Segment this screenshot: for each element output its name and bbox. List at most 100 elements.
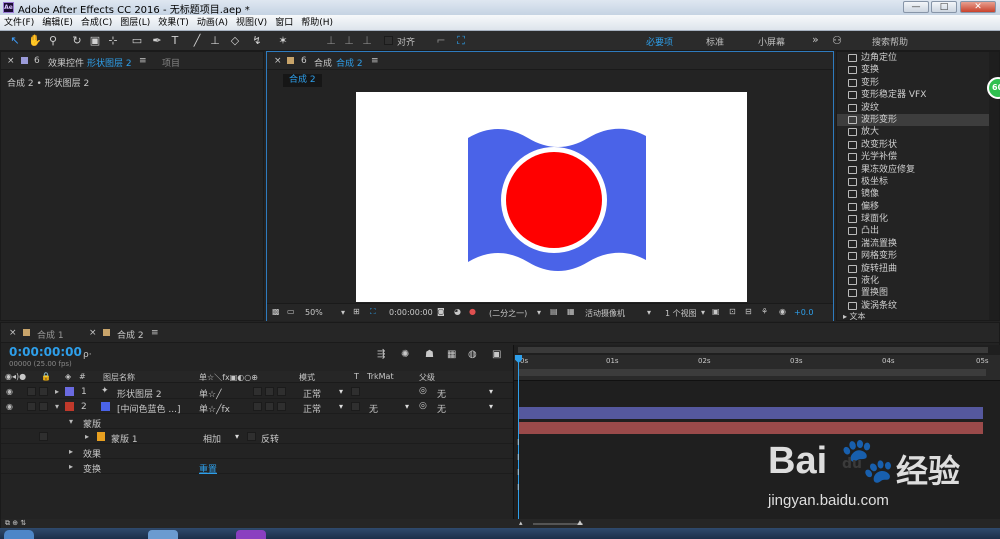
eraser-tool-icon[interactable]: ◇	[228, 34, 242, 48]
brush-tool-icon[interactable]: ╱	[190, 34, 204, 48]
eye-icon[interactable]: ◉	[6, 402, 13, 411]
pan-behind-tool-icon[interactable]: ⊹	[106, 34, 120, 48]
comp-mini-flowchart-icon[interactable]: ⇶	[377, 349, 385, 360]
motion-blur-icon[interactable]: ◍	[468, 349, 477, 360]
graph-editor-icon[interactable]: ▣	[492, 349, 501, 360]
solo-box[interactable]	[27, 387, 36, 396]
label-color[interactable]	[65, 402, 74, 411]
search-help-icon[interactable]: ⚇	[830, 34, 844, 48]
zoom-dropdown[interactable]: 50%	[305, 308, 323, 317]
menu-composition[interactable]: 合成(C)	[77, 15, 116, 31]
menu-help[interactable]: 帮助(H)	[297, 15, 337, 31]
resolution-dropdown[interactable]: (二分之一)	[489, 308, 527, 319]
effect-item[interactable]: 极坐标	[837, 176, 999, 188]
puppet-tool-icon[interactable]: ✶	[276, 34, 290, 48]
view-axis-icon[interactable]: ⊥	[360, 34, 374, 48]
effect-item[interactable]: 光学补偿	[837, 151, 999, 163]
layer2-track-bar[interactable]	[519, 422, 983, 434]
col-layer-name[interactable]: 图层名称	[103, 372, 135, 383]
timeline-current-time[interactable]: 0:00:00:00	[9, 345, 82, 359]
effect-controls-menu-icon[interactable]: ≡	[139, 56, 147, 66]
effect-item[interactable]: 球面化	[837, 213, 999, 225]
toggle-pixel-aspect-icon[interactable]: ▣	[712, 307, 720, 316]
text-tool-icon[interactable]: T	[168, 34, 182, 48]
twirl-icon[interactable]: ▸	[55, 387, 59, 396]
menu-animation[interactable]: 动画(A)	[193, 15, 232, 31]
effect-item[interactable]: 旋转扭曲	[837, 263, 999, 275]
timeline-icon[interactable]: ⊟	[745, 307, 752, 316]
switch-box[interactable]	[253, 387, 262, 396]
trkmat-arrow-icon[interactable]: ▾	[405, 402, 409, 411]
composition-close[interactable]: ×	[274, 56, 282, 66]
composition-canvas[interactable]	[356, 92, 747, 302]
switch-box[interactable]	[265, 387, 274, 396]
rectangle-tool-icon[interactable]: ▭	[130, 34, 144, 48]
world-axis-icon[interactable]: ⊥	[342, 34, 356, 48]
taskbar-app-icon[interactable]	[148, 530, 178, 539]
transform-group-row[interactable]: ▸ 变换 重置	[1, 459, 513, 475]
workspace-small-screen[interactable]: 小屏幕	[758, 35, 785, 48]
preserve-transparency-box[interactable]	[351, 387, 360, 396]
snap-checkbox[interactable]	[384, 36, 393, 45]
effect-item[interactable]: 网格变形	[837, 250, 999, 262]
mask-visibility-icon[interactable]: ⛶	[370, 307, 376, 317]
region-of-interest-icon[interactable]: ▤	[550, 307, 558, 316]
fast-previews-icon[interactable]: ⊡	[729, 307, 736, 316]
effect-item[interactable]: 变形稳定器 VFX	[837, 89, 999, 101]
mask-mode-arrow-icon[interactable]: ▾	[235, 432, 239, 441]
exposure-value[interactable]: +0.0	[794, 308, 813, 317]
draft-3d-icon[interactable]: ✺	[401, 349, 409, 360]
minimize-button[interactable]: —	[903, 1, 929, 13]
timeline-tab-comp2[interactable]: 合成 2	[117, 328, 144, 341]
mask-color[interactable]	[97, 432, 105, 441]
menu-effect[interactable]: 效果(T)	[154, 15, 193, 31]
twirl-icon[interactable]: ▸	[85, 432, 89, 441]
twirl-icon[interactable]: ▸	[69, 447, 73, 456]
resolution-arrow-icon[interactable]: ▾	[537, 308, 541, 317]
local-axis-icon[interactable]: ⊥	[324, 34, 338, 48]
workspace-standard[interactable]: 标准	[706, 35, 724, 48]
layer-row[interactable]: ◉ ▸ 1 ✦ 形状图层 2 单☆╱ 正常 ▾ ◎ 无 ▾	[1, 384, 513, 400]
search-help-input[interactable]: 搜索帮助	[872, 35, 908, 48]
switch-box[interactable]	[253, 402, 262, 411]
close-button[interactable]: ✕	[960, 1, 996, 13]
switch-box[interactable]	[277, 387, 286, 396]
mask1-row[interactable]: ▸ 蒙版 1 相加 ▾ 反转	[1, 429, 513, 445]
composition-subtab[interactable]: 合成 2	[283, 74, 322, 87]
timeline-search-input[interactable]: ρ·	[83, 350, 92, 360]
selection-tool-icon[interactable]: ↖	[8, 34, 22, 48]
shy-layers-icon[interactable]: ☗	[425, 349, 434, 360]
pickwhip-icon[interactable]: ◎	[419, 386, 427, 396]
work-area-bar[interactable]	[518, 347, 988, 353]
effect-controls-tab-label[interactable]: 效果控件	[48, 56, 84, 69]
lock-box[interactable]	[39, 432, 48, 441]
zoom-out-icon[interactable]: ▴	[519, 519, 523, 527]
effects-category-text[interactable]: ▸ 文本	[843, 311, 866, 320]
workspace-more[interactable]: »	[812, 33, 819, 46]
parent-arrow-icon[interactable]: ▾	[489, 402, 493, 411]
twirl-icon[interactable]: ▸	[69, 462, 73, 471]
effect-item[interactable]: 湍流置换	[837, 238, 999, 250]
switch-box[interactable]	[265, 402, 274, 411]
solo-box[interactable]	[27, 402, 36, 411]
lock-icon[interactable]: 6	[34, 56, 40, 66]
masks-group-row[interactable]: ▾ 蒙版	[1, 414, 513, 430]
twirl-open-icon[interactable]: ▾	[55, 402, 59, 411]
frame-blending-icon[interactable]: ▦	[447, 349, 456, 360]
effects-group-row[interactable]: ▸ 效果	[1, 444, 513, 460]
mode-arrow-icon[interactable]: ▾	[339, 402, 343, 411]
zoom-dropdown-arrow-icon[interactable]: ▾	[341, 308, 345, 317]
effect-item[interactable]: 置换图	[837, 287, 999, 299]
show-snapshot-icon[interactable]: ◕	[454, 307, 461, 316]
effect-item[interactable]: 改变形状	[837, 139, 999, 151]
layer-row[interactable]: ◉ ▾ 2 [中间色蓝色 ...] 单☆╱fx 正常 ▾ 无 ▾ ◎ 无 ▾	[1, 399, 513, 415]
eye-icon[interactable]: ◉	[6, 387, 13, 396]
flowchart-icon[interactable]: ⚘	[761, 307, 768, 316]
timeline-tab1-close[interactable]: ×	[9, 328, 17, 338]
twirl-open-icon[interactable]: ▾	[69, 417, 73, 426]
effect-item[interactable]: 波纹	[837, 102, 999, 114]
camera-tool-icon[interactable]: ▣	[88, 34, 102, 48]
timeline-tab-comp1[interactable]: 合成 1	[37, 328, 64, 341]
views-arrow-icon[interactable]: ▾	[701, 308, 705, 317]
mode-arrow-icon[interactable]: ▾	[339, 387, 343, 396]
